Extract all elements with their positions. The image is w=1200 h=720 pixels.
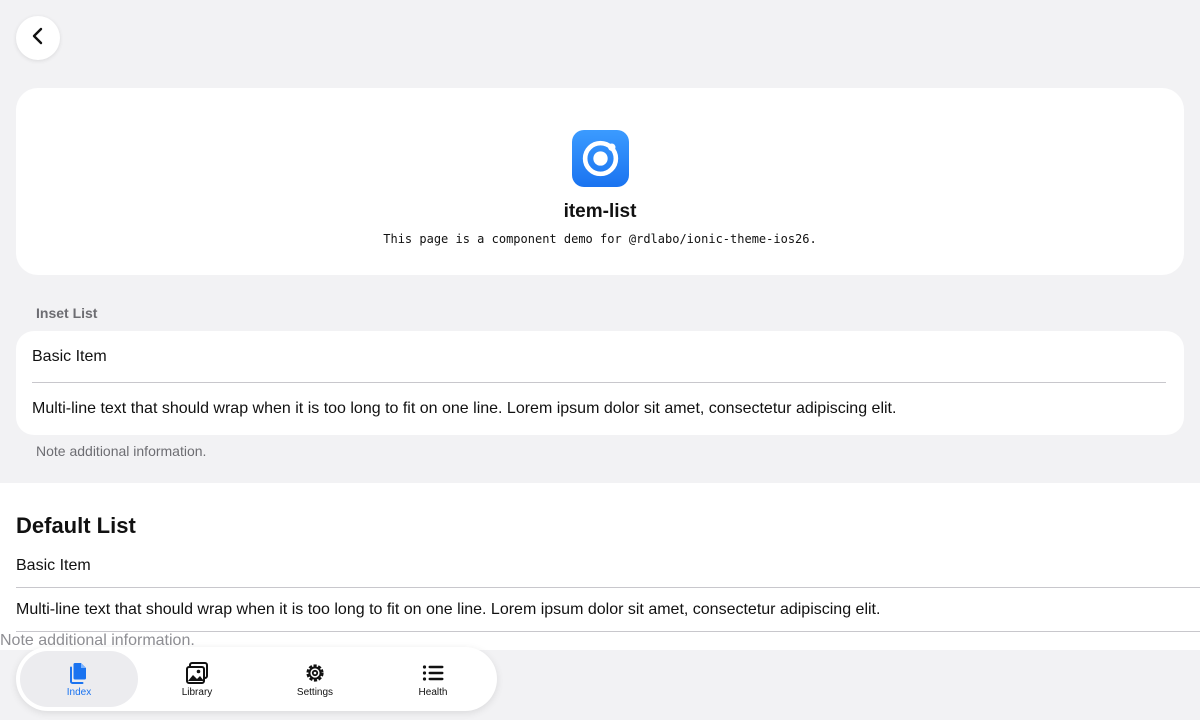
inset-list-note: Note additional information. [36, 443, 207, 459]
list-item[interactable]: Multi-line text that should wrap when it… [32, 400, 1166, 418]
list-item[interactable]: Basic Item [16, 557, 1200, 588]
tab-settings[interactable]: Settings [256, 651, 374, 707]
list-icon [420, 660, 446, 686]
tab-label: Settings [296, 687, 334, 698]
tab-label: Index [66, 687, 92, 698]
tab-index[interactable]: Index [20, 651, 138, 707]
ionic-logo-icon [572, 130, 629, 187]
list-item[interactable]: Multi-line text that should wrap when it… [16, 601, 1200, 632]
tab-label: Library [181, 687, 213, 698]
back-button[interactable] [16, 16, 60, 60]
tab-label: Health [418, 687, 448, 698]
tab-library[interactable]: Library [138, 651, 256, 707]
default-list-section: Default List Basic Item Multi-line text … [0, 483, 1200, 650]
inset-list: Basic Item Multi-line text that should w… [16, 331, 1184, 435]
page-subtitle: This page is a component demo for @rdlab… [383, 232, 817, 246]
documents-icon [66, 660, 92, 686]
page-title: item-list [563, 201, 637, 222]
cog-icon [302, 660, 328, 686]
tab-health[interactable]: Health [374, 651, 492, 707]
inset-list-header: Inset List [36, 305, 98, 321]
images-icon [184, 660, 210, 686]
list-item[interactable]: Basic Item [32, 348, 1166, 383]
hero-card: item-list This page is a component demo … [16, 88, 1184, 275]
chevron-back-icon [28, 26, 48, 51]
default-list-title: Default List [16, 513, 136, 538]
tab-bar: Index Library Settings Health [16, 647, 497, 711]
